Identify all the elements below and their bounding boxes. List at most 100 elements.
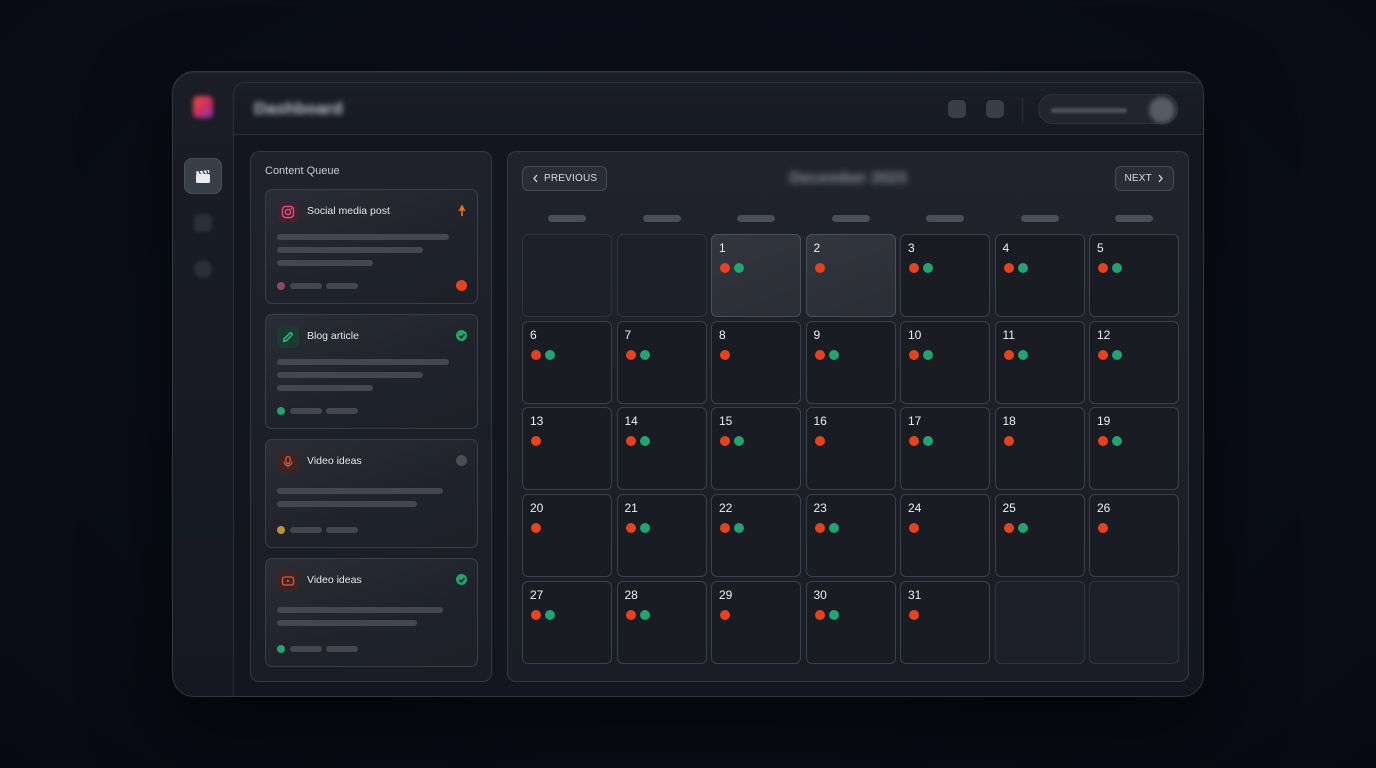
event-dot-red[interactable] bbox=[1098, 263, 1108, 273]
avatar[interactable] bbox=[1149, 97, 1175, 123]
calendar-day-5[interactable]: 5 bbox=[1089, 234, 1179, 317]
event-dot-green[interactable] bbox=[1112, 436, 1122, 447]
event-dot-green[interactable] bbox=[828, 609, 839, 620]
calendar-day-20[interactable]: 20 bbox=[522, 494, 612, 578]
profile-menu[interactable] bbox=[1038, 94, 1178, 124]
event-dot-green[interactable] bbox=[639, 609, 650, 620]
event-dot-green[interactable] bbox=[1017, 349, 1028, 360]
event-dot-red[interactable] bbox=[1003, 436, 1014, 447]
calendar-day-29[interactable]: 29 bbox=[711, 580, 801, 664]
event-dot-red[interactable] bbox=[1003, 349, 1014, 360]
calendar-day-26[interactable]: 26 bbox=[1089, 494, 1179, 578]
queue-card[interactable]: Video ideas bbox=[265, 439, 478, 548]
day-number: 3 bbox=[908, 241, 915, 255]
calendar-day-14[interactable]: 14 bbox=[616, 407, 707, 491]
event-dot-red[interactable] bbox=[909, 609, 919, 620]
event-dot-red[interactable] bbox=[1098, 436, 1108, 447]
event-dot-green[interactable] bbox=[1112, 263, 1122, 273]
event-dot-green[interactable] bbox=[639, 436, 650, 447]
event-dot-green[interactable] bbox=[639, 523, 650, 534]
calendar-day-31[interactable]: 31 bbox=[900, 580, 990, 664]
event-dot-red[interactable] bbox=[814, 609, 825, 620]
event-dot-red[interactable] bbox=[531, 523, 541, 534]
settings-icon[interactable] bbox=[986, 100, 1004, 118]
calendar-day-17[interactable]: 17 bbox=[900, 407, 990, 491]
calendar-day-15[interactable]: 15 bbox=[711, 407, 801, 491]
event-dot-red[interactable] bbox=[625, 436, 636, 447]
calendar-day-10[interactable]: 10 bbox=[900, 320, 990, 404]
event-dot-red[interactable] bbox=[720, 436, 730, 447]
calendar-day-7[interactable]: 7 bbox=[616, 320, 707, 404]
event-dot-red[interactable] bbox=[1003, 263, 1014, 273]
calendar-day-9[interactable]: 9 bbox=[805, 320, 896, 404]
status-badge bbox=[456, 280, 467, 291]
calendar-day-22[interactable]: 22 bbox=[711, 494, 801, 578]
calendar-day-28[interactable]: 28 bbox=[616, 580, 707, 664]
calendar-day-27[interactable]: 27 bbox=[522, 580, 612, 664]
event-dot-red[interactable] bbox=[720, 609, 730, 620]
event-dot-red[interactable] bbox=[625, 349, 636, 360]
event-dot-red[interactable] bbox=[1098, 523, 1108, 534]
event-dot-red[interactable] bbox=[814, 523, 825, 534]
queue-card[interactable]: Video ideas bbox=[265, 558, 478, 667]
calendar-day-3[interactable]: 3 bbox=[900, 234, 990, 317]
event-dot-green[interactable] bbox=[639, 349, 650, 360]
calendar-day-6[interactable]: 6 bbox=[522, 320, 612, 404]
event-dot-red[interactable] bbox=[531, 609, 541, 620]
sidebar-item-placeholder-1[interactable] bbox=[194, 214, 212, 232]
calendar-day-30[interactable]: 30 bbox=[805, 580, 896, 664]
calendar-day-2[interactable]: 2 bbox=[805, 234, 896, 317]
event-dot-green[interactable] bbox=[923, 436, 933, 447]
event-dots bbox=[531, 349, 555, 360]
event-dot-green[interactable] bbox=[734, 523, 744, 534]
event-dot-red[interactable] bbox=[1098, 349, 1108, 360]
event-dot-red[interactable] bbox=[909, 349, 919, 360]
event-dot-red[interactable] bbox=[625, 523, 636, 534]
calendar-day-23[interactable]: 23 bbox=[805, 494, 896, 578]
day-number: 9 bbox=[813, 327, 821, 342]
calendar-day-21[interactable]: 21 bbox=[616, 494, 707, 578]
event-dot-red[interactable] bbox=[1003, 523, 1014, 534]
sidebar-item-calendar[interactable] bbox=[184, 158, 222, 194]
event-dot-green[interactable] bbox=[734, 436, 744, 447]
event-dot-red[interactable] bbox=[531, 436, 541, 447]
event-dot-red[interactable] bbox=[909, 436, 919, 447]
calendar-day-25[interactable]: 25 bbox=[994, 494, 1085, 578]
calendar-day-19[interactable]: 19 bbox=[1089, 407, 1179, 491]
event-dot-green[interactable] bbox=[734, 263, 744, 273]
event-dot-green[interactable] bbox=[1112, 349, 1122, 360]
event-dot-red[interactable] bbox=[531, 349, 541, 360]
queue-card[interactable]: Blog article bbox=[265, 314, 478, 429]
event-dot-red[interactable] bbox=[909, 523, 919, 534]
event-dot-green[interactable] bbox=[828, 523, 839, 534]
event-dot-green[interactable] bbox=[923, 349, 933, 360]
notification-icon[interactable] bbox=[948, 100, 966, 118]
calendar-day-12[interactable]: 12 bbox=[1089, 320, 1179, 404]
sidebar-item-placeholder-2[interactable] bbox=[194, 260, 212, 278]
calendar-day-4[interactable]: 4 bbox=[994, 234, 1085, 317]
event-dot-red[interactable] bbox=[909, 263, 919, 273]
event-dot-green[interactable] bbox=[1017, 523, 1028, 534]
calendar-day-24[interactable]: 24 bbox=[900, 494, 990, 578]
event-dot-red[interactable] bbox=[720, 263, 730, 273]
next-button[interactable]: NEXT bbox=[1114, 166, 1174, 191]
event-dot-red[interactable] bbox=[814, 263, 825, 273]
next-label: NEXT bbox=[1124, 173, 1152, 184]
calendar-day-13[interactable]: 13 bbox=[522, 407, 612, 491]
calendar-day-1[interactable]: 1 bbox=[711, 234, 801, 317]
event-dot-green[interactable] bbox=[923, 263, 933, 273]
event-dot-red[interactable] bbox=[625, 609, 636, 620]
calendar-day-11[interactable]: 11 bbox=[994, 320, 1085, 404]
event-dot-red[interactable] bbox=[720, 349, 730, 360]
event-dot-red[interactable] bbox=[814, 349, 825, 360]
event-dot-green[interactable] bbox=[545, 349, 555, 360]
calendar-day-16[interactable]: 16 bbox=[805, 407, 896, 491]
event-dot-green[interactable] bbox=[545, 609, 555, 620]
event-dot-green[interactable] bbox=[1017, 263, 1028, 273]
queue-card[interactable]: Social media post bbox=[265, 189, 478, 304]
calendar-day-8[interactable]: 8 bbox=[711, 320, 801, 404]
event-dot-green[interactable] bbox=[828, 349, 839, 360]
event-dot-red[interactable] bbox=[814, 436, 825, 447]
event-dot-red[interactable] bbox=[720, 523, 730, 534]
calendar-day-18[interactable]: 18 bbox=[994, 407, 1085, 491]
